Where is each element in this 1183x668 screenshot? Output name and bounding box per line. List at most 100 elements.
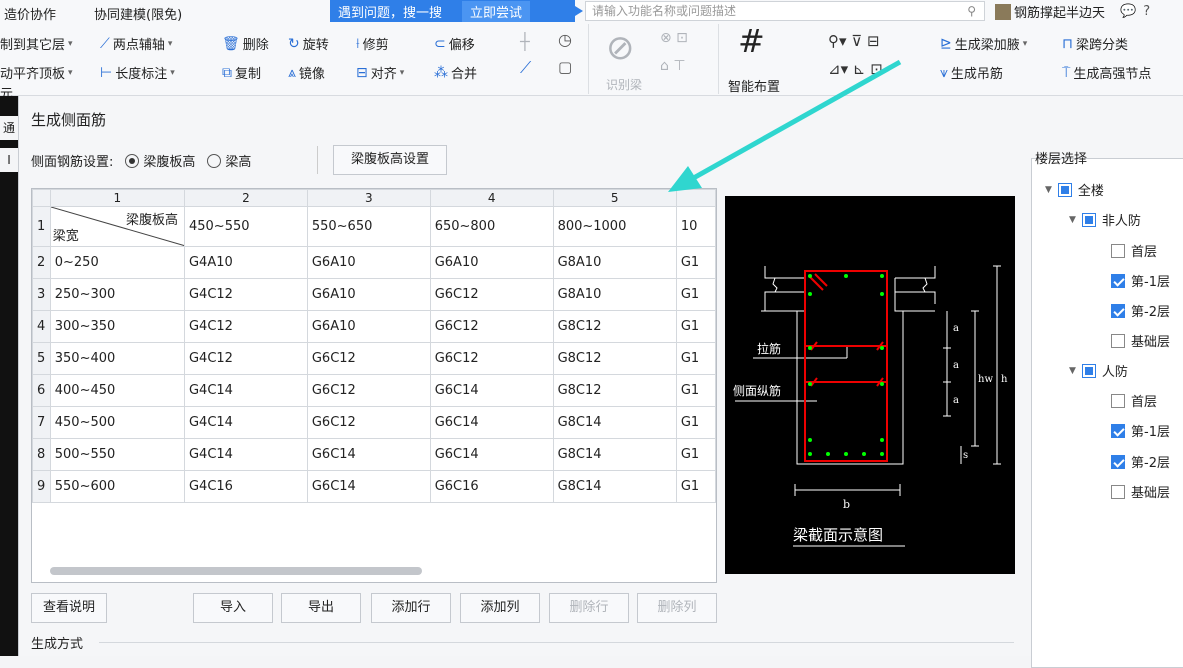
- radio-beam-height[interactable]: [207, 153, 222, 168]
- gen-hanger-button[interactable]: ⩛ 生成吊筋: [940, 63, 1003, 83]
- offset-button[interactable]: ⊂ 偏移: [434, 34, 475, 54]
- copy-to-other-floor-button[interactable]: 制到其它层 ▾: [0, 34, 73, 53]
- col-header[interactable]: 1: [49, 189, 185, 207]
- add-row-button[interactable]: 添加行: [371, 593, 451, 623]
- view-desc-button[interactable]: 查看说明: [31, 593, 107, 623]
- menu-collab-model[interactable]: 协同建模(限免): [94, 4, 182, 23]
- recognize-beam-button[interactable]: 识别梁: [606, 76, 642, 93]
- row-number[interactable]: 5: [32, 342, 51, 375]
- checkbox-base[interactable]: [1111, 333, 1125, 348]
- table-cell[interactable]: G6C14: [429, 374, 554, 407]
- chat-icon[interactable]: 💬: [1120, 4, 1136, 19]
- table-cell[interactable]: 10: [675, 206, 716, 247]
- col-header[interactable]: 4: [429, 189, 554, 207]
- checkbox-floor-neg2[interactable]: [1111, 303, 1125, 318]
- table-cell[interactable]: G8C12: [552, 310, 677, 343]
- table-cell[interactable]: G6C12: [306, 406, 431, 439]
- table-cell[interactable]: 250~300: [49, 278, 185, 311]
- table-cell[interactable]: G4C12: [183, 342, 308, 375]
- menu-cost-collab[interactable]: 造价协作: [4, 4, 56, 23]
- delete-button[interactable]: 🗑 删除: [222, 34, 269, 54]
- rect-tool-icon[interactable]: ▢: [558, 58, 572, 76]
- table-cell[interactable]: G4C12: [183, 278, 308, 311]
- checkbox-base[interactable]: [1111, 484, 1125, 499]
- row-number[interactable]: 6: [32, 374, 51, 407]
- table-cell[interactable]: G1: [675, 342, 716, 375]
- tree-node-all[interactable]: ▼ 全楼: [1045, 180, 1104, 199]
- table-cell[interactable]: G4C12: [183, 310, 308, 343]
- checkbox-non-civil[interactable]: [1081, 212, 1096, 227]
- table-cell[interactable]: G1: [675, 406, 716, 439]
- import-button[interactable]: 导入: [193, 593, 273, 623]
- table-cell[interactable]: 550~650: [306, 206, 431, 247]
- table-cell[interactable]: G8C14: [552, 406, 677, 439]
- radio-beam-height-label[interactable]: 梁高: [225, 151, 251, 170]
- tree-node-first-floor[interactable]: 首层: [1111, 241, 1157, 260]
- col-header[interactable]: 2: [183, 189, 308, 207]
- function-search-input[interactable]: 请输入功能名称或问题描述 ⚲: [585, 1, 985, 21]
- table-cell[interactable]: G8C12: [552, 374, 677, 407]
- table-cell[interactable]: G6A10: [429, 246, 554, 279]
- checkbox-floor-neg1[interactable]: [1111, 423, 1125, 438]
- row-number[interactable]: 8: [32, 438, 51, 471]
- table-cell[interactable]: 450~550: [183, 206, 308, 247]
- help-icon[interactable]: ?: [1143, 4, 1150, 19]
- tree-node-base[interactable]: 基础层: [1111, 331, 1170, 350]
- delete-row-button[interactable]: 删除行: [549, 593, 629, 623]
- checkbox-all[interactable]: [1057, 182, 1072, 197]
- delete-col-button[interactable]: 删除列: [637, 593, 717, 623]
- table-cell[interactable]: G8C14: [552, 438, 677, 471]
- col-header[interactable]: 5: [552, 189, 677, 207]
- row-number[interactable]: 1: [32, 206, 51, 247]
- search-icon[interactable]: ⚲: [967, 2, 976, 20]
- checkbox-first-floor[interactable]: [1111, 243, 1125, 258]
- table-cell[interactable]: G6C14: [429, 406, 554, 439]
- table-cell[interactable]: G6C14: [306, 470, 431, 503]
- table-cell[interactable]: 650~800: [429, 206, 554, 247]
- merge-button[interactable]: ⁂ 合并: [434, 63, 477, 83]
- table-cell[interactable]: G6C14: [306, 438, 431, 471]
- copy-button[interactable]: ⧉ 复制: [222, 63, 261, 83]
- line-tool-icon[interactable]: ⟋: [520, 58, 531, 78]
- table-cell[interactable]: G6C16: [429, 470, 554, 503]
- left-tab-item[interactable]: I: [0, 148, 18, 172]
- web-height-setting-button[interactable]: 梁腹板高设置: [333, 145, 447, 175]
- export-button[interactable]: 导出: [281, 593, 361, 623]
- tree-node-floor-neg1[interactable]: 第-1层: [1111, 421, 1170, 440]
- table-cell[interactable]: 400~450: [49, 374, 185, 407]
- checkbox-floor-neg1[interactable]: [1111, 273, 1125, 288]
- gen-strong-node-button[interactable]: ⍑ 生成高强节点: [1062, 63, 1151, 83]
- row-number[interactable]: 9: [32, 470, 51, 503]
- table-cell[interactable]: G1: [675, 246, 716, 279]
- table-cell[interactable]: 800~1000: [552, 206, 677, 247]
- table-cell[interactable]: G4C14: [183, 374, 308, 407]
- tree-node-floor-neg2[interactable]: 第-2层: [1111, 452, 1170, 471]
- row-number[interactable]: 4: [32, 310, 51, 343]
- table-cell[interactable]: 350~400: [49, 342, 185, 375]
- auto-flat-top-button[interactable]: 动平齐顶板 ▾: [0, 63, 73, 82]
- row-number[interactable]: 3: [32, 278, 51, 311]
- table-cell[interactable]: G6C12: [306, 342, 431, 375]
- point-icon[interactable]: ┼: [520, 32, 530, 51]
- table-cell[interactable]: G1: [675, 310, 716, 343]
- row-number[interactable]: 7: [32, 406, 51, 439]
- add-col-button[interactable]: 添加列: [460, 593, 540, 623]
- checkbox-first-floor[interactable]: [1111, 393, 1125, 408]
- table-cell[interactable]: G8A10: [552, 246, 677, 279]
- table-cell[interactable]: G4C14: [183, 406, 308, 439]
- length-mark-button[interactable]: ⊢ 长度标注 ▾: [100, 63, 175, 83]
- user-account[interactable]: 钢筋撑起半边天 💬 ?: [995, 2, 1150, 21]
- circle-tool-icon[interactable]: ◷: [558, 30, 572, 49]
- table-cell[interactable]: 550~600: [49, 470, 185, 503]
- try-now-button[interactable]: 立即尝试: [462, 0, 531, 22]
- smart-layout-button[interactable]: 智能布置: [728, 76, 780, 95]
- table-cell[interactable]: 300~350: [49, 310, 185, 343]
- table-cell[interactable]: G8C14: [552, 470, 677, 503]
- table-cell[interactable]: G6C12: [429, 342, 554, 375]
- align-button[interactable]: ⊟ 对齐 ▾: [356, 63, 404, 83]
- mirror-button[interactable]: ⩓ 镜像: [288, 63, 325, 83]
- table-cell[interactable]: G1: [675, 278, 716, 311]
- table-cell[interactable]: G6C14: [429, 438, 554, 471]
- table-cell[interactable]: G6A10: [306, 278, 431, 311]
- radio-web-height-label[interactable]: 梁腹板高: [143, 151, 195, 170]
